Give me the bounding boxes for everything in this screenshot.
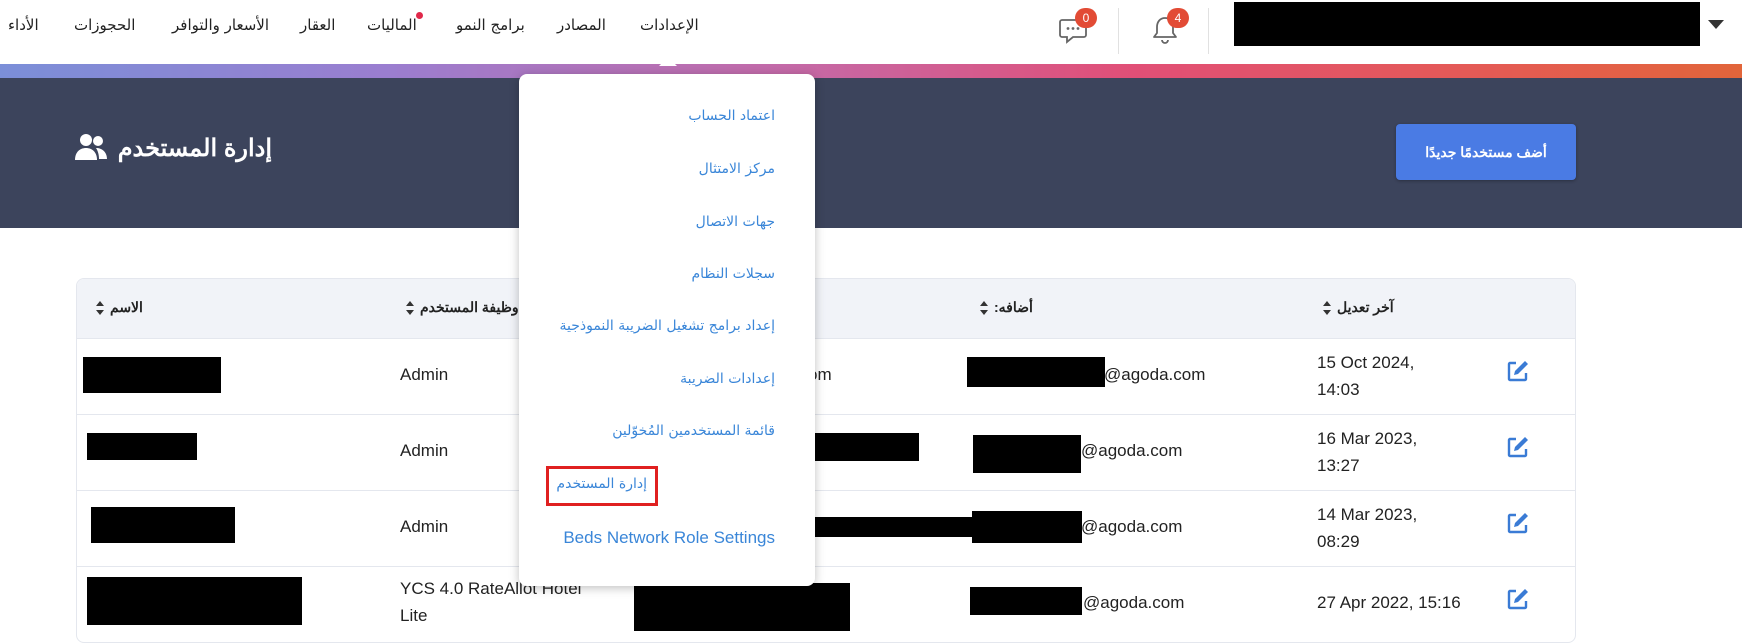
name-redacted — [87, 433, 197, 460]
column-header-label: آخر تعديل — [1337, 299, 1394, 315]
account-selector-redacted[interactable] — [1234, 2, 1700, 46]
nav-item-rates-availability[interactable]: الأسعار والتوافر — [172, 16, 269, 34]
name-redacted — [83, 357, 221, 393]
nav-divider — [1208, 8, 1209, 54]
notifications-button[interactable]: 4 — [1145, 8, 1189, 50]
edit-icon[interactable] — [1506, 435, 1530, 459]
table-row: Admin om @agoda.com 15 Oct 2024, 14:03 — [77, 339, 1575, 415]
email-redacted — [973, 435, 1081, 473]
last-modified-date: 14 Mar 2023, — [1317, 505, 1418, 524]
last-modified: 27 Apr 2022, 15:16 — [1317, 593, 1461, 613]
column-header-label: الاسم — [110, 299, 143, 315]
sort-icon — [96, 301, 104, 316]
menu-item-system-logs[interactable]: سجلات النظام — [691, 266, 775, 282]
last-modified: 16 Mar 2023, 13:27 — [1317, 425, 1417, 479]
settings-dropdown-menu: اعتماد الحساب مركز الامتثال جهات الاتصال… — [519, 74, 815, 586]
table-row: Admin @agoda.com 14 Mar 2023, 08:29 — [77, 491, 1575, 567]
messages-badge: 0 — [1075, 8, 1097, 28]
last-modified-date: 27 Apr 2022, 15:16 — [1317, 593, 1461, 612]
email-redacted — [634, 583, 850, 631]
menu-item-beds-network-role-settings[interactable]: Beds Network Role Settings — [563, 528, 775, 548]
column-header-added-by[interactable]: :أضافه — [974, 299, 1033, 316]
last-modified-date: 15 Oct 2024, — [1317, 353, 1415, 372]
account-dropdown-caret[interactable] — [1708, 20, 1724, 29]
last-modified-time: 08:29 — [1317, 532, 1360, 551]
users-table: الاسم وظيفة المستخدم :أضافه آخر تعديل Ad… — [76, 278, 1576, 643]
page-title: إدارة المستخدم — [117, 135, 272, 162]
name-redacted — [91, 507, 235, 543]
menu-item-compliance-center[interactable]: مركز الامتثال — [699, 161, 775, 177]
user-management-highlight-box — [546, 466, 658, 506]
last-modified: 14 Mar 2023, 08:29 — [1317, 501, 1417, 555]
page-header: أضف مستخدمًا جديدًا إدارة المستخدم — [0, 78, 1742, 228]
name-redacted — [87, 577, 302, 625]
nav-item-bookings[interactable]: الحجوزات — [74, 16, 135, 34]
sort-icon — [406, 301, 414, 316]
add-user-button[interactable]: أضف مستخدمًا جديدًا — [1396, 124, 1576, 180]
edit-icon[interactable] — [1506, 511, 1530, 535]
email-redacted — [970, 587, 1082, 615]
last-modified: 15 Oct 2024, 14:03 — [1317, 349, 1414, 403]
added-by-email: @agoda.com — [1081, 441, 1183, 460]
settings-menu-pointer — [659, 57, 677, 66]
added-by-email: @agoda.com — [1083, 593, 1185, 612]
edit-icon[interactable] — [1506, 587, 1530, 611]
table-header: الاسم وظيفة المستخدم :أضافه آخر تعديل — [77, 279, 1575, 339]
column-header-label: :أضافه — [994, 299, 1033, 315]
menu-item-tax-settings[interactable]: إعدادات الضريبة — [680, 371, 775, 387]
sort-icon — [1323, 301, 1331, 316]
brand-gradient-bar — [0, 64, 1742, 78]
table-row: Admin @agoda.com 16 Mar 2023, 13:27 — [77, 415, 1575, 491]
nav-item-growth-programs[interactable]: برامج النمو — [456, 16, 525, 34]
users-icon — [75, 134, 107, 160]
nav-item-finance[interactable]: الماليات — [367, 12, 423, 34]
column-header-role[interactable]: وظيفة المستخدم — [400, 299, 519, 316]
column-header-label: وظيفة المستخدم — [420, 299, 519, 315]
last-modified-time: 13:27 — [1317, 456, 1360, 475]
nav-divider — [1118, 8, 1119, 54]
menu-item-contacts[interactable]: جهات الاتصال — [696, 214, 775, 230]
email-redacted — [967, 357, 1105, 387]
user-role: Admin — [400, 365, 449, 384]
email-redacted — [972, 511, 1082, 543]
edit-icon[interactable] — [1506, 359, 1530, 383]
nav-item-channels[interactable]: المصادر — [557, 16, 606, 34]
last-modified-time: 14:03 — [1317, 380, 1360, 399]
last-modified-date: 16 Mar 2023, — [1317, 429, 1418, 448]
nav-item-property[interactable]: العقار — [300, 16, 335, 34]
notifications-badge: 4 — [1167, 8, 1189, 28]
sort-icon — [980, 301, 988, 316]
table-row: YCS 4.0 RateAllot Hotel Lite @agoda.com … — [77, 567, 1575, 642]
column-header-name[interactable]: الاسم — [90, 299, 143, 316]
messages-button[interactable]: 0 — [1053, 8, 1097, 50]
user-role: Admin — [400, 517, 449, 536]
top-navigation: الأداء الحجوزات الأسعار والتوافر العقار … — [0, 0, 1742, 66]
email-redacted — [815, 433, 919, 461]
added-by-email: @agoda.com — [1104, 365, 1206, 384]
column-header-last-modified[interactable]: آخر تعديل — [1317, 299, 1394, 316]
menu-item-authorized-users[interactable]: قائمة المستخدمين المُخوّلين — [612, 423, 775, 439]
user-role: Admin — [400, 441, 449, 460]
nav-item-performance[interactable]: الأداء — [8, 16, 39, 34]
finance-alert-dot — [415, 12, 423, 19]
added-by-email: @agoda.com — [1081, 517, 1183, 536]
menu-item-account-verification[interactable]: اعتماد الحساب — [688, 108, 775, 124]
nav-item-finance-label: الماليات — [367, 16, 417, 34]
menu-item-tax-template-setup[interactable]: إعداد برامج تشغيل الضريبة النموذجية — [559, 318, 775, 334]
nav-item-settings[interactable]: الإعدادات — [640, 16, 699, 34]
